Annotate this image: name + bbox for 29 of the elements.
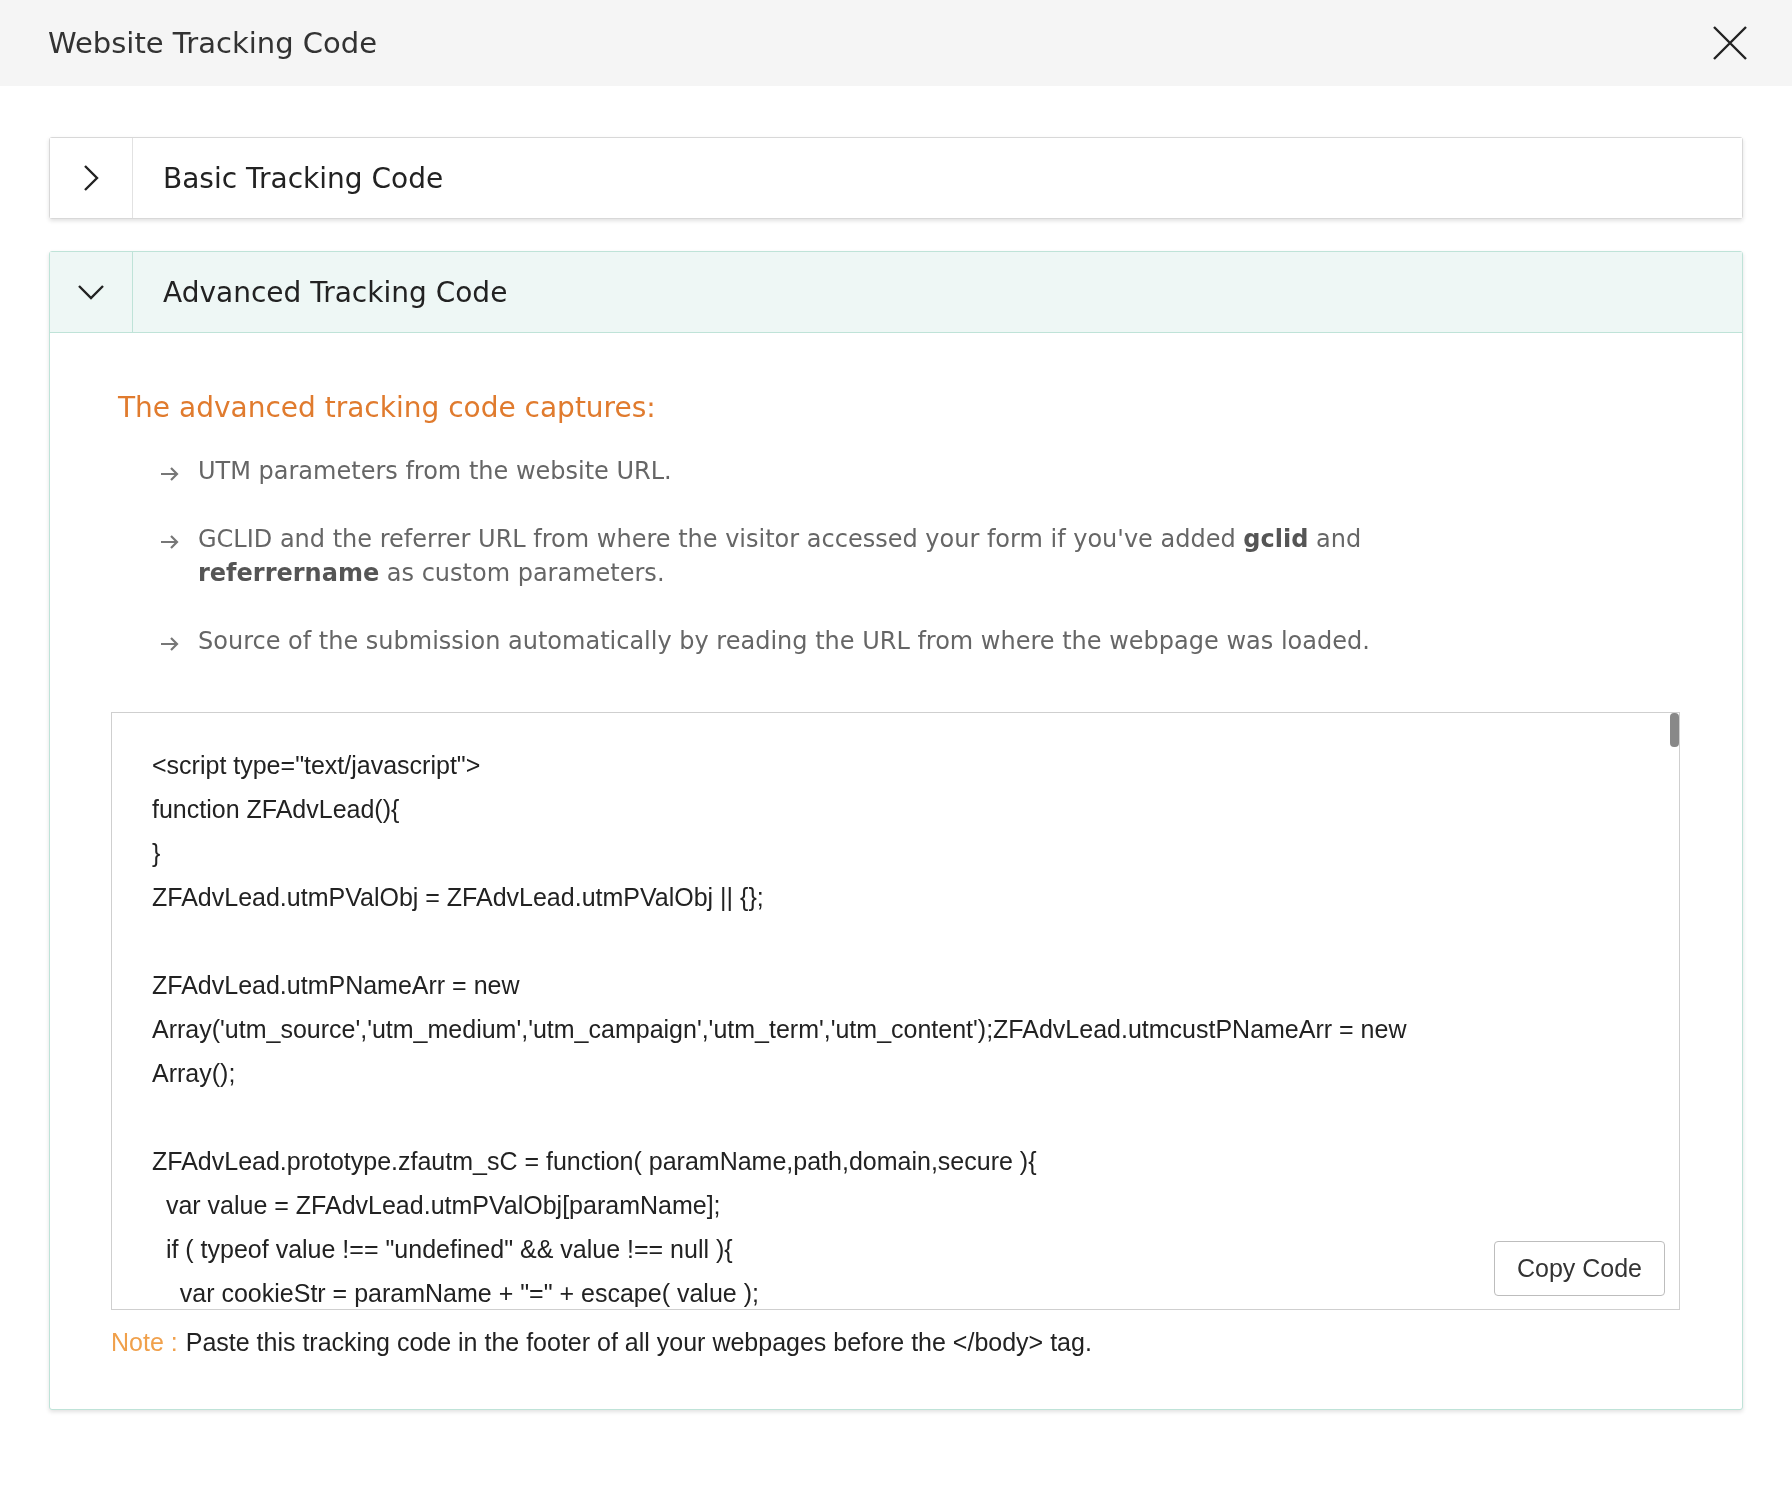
code-line: ZFAdvLead.prototype.zfautm_sC = function( paramName,path,domain,secure ){: [152, 1146, 1037, 1177]
accordion-title: Advanced Tracking Code: [162, 274, 508, 311]
accordion-header[interactable]: Basic Tracking Code: [50, 138, 1742, 218]
copy-code-button[interactable]: Copy Code: [1493, 1241, 1665, 1296]
chevron-down-icon: [77, 284, 105, 300]
code-line: if ( typeof value !== "undefined" && value !== null ){: [164, 1234, 733, 1265]
section-heading: The advanced tracking code captures:: [118, 391, 657, 424]
arrow-right-icon: [160, 636, 180, 652]
scrollbar-thumb[interactable]: [1670, 713, 1679, 747]
code-line: ZFAdvLead.utmPNameArr = new: [152, 970, 520, 1001]
arrow-right-icon: [160, 534, 180, 550]
code-line: ZFAdvLead.utmPValObj = ZFAdvLead.utmPValObj || {};: [152, 882, 764, 913]
code-line: var cookieStr = paramName + "=" + escape( value );: [178, 1278, 759, 1309]
code-line: <script type="text/javascript">: [152, 750, 481, 781]
chevron-right-icon: [83, 164, 99, 192]
bullet-text: GCLID and the referrer URL from where the visitor accessed your form if you've added gclid and referrername as custom parameters.: [198, 524, 1363, 589]
code-line: Array();: [152, 1058, 236, 1089]
code-line: function ZFAdvLead(){: [152, 794, 400, 825]
accordion-header[interactable]: Advanced Tracking Code: [50, 252, 1742, 333]
arrow-right-icon: [160, 466, 180, 482]
accordion-title: Basic Tracking Code: [162, 160, 444, 197]
note-label: Note :: [111, 1328, 178, 1357]
bullet-text: UTM parameters from the website URL.: [198, 456, 672, 487]
code-line: }: [152, 838, 161, 869]
code-line: Array('utm_source','utm_medium','utm_campaign','utm_term','utm_content');ZFAdvLead.utmcustPNameArr = new: [152, 1014, 1407, 1045]
note-text: Paste this tracking code in the footer of all your webpages before the </body> tag.: [185, 1328, 1092, 1357]
bullet-text: Source of the submission automatically by reading the URL from where the webpage was loaded.: [198, 626, 1370, 657]
code-line: var value = ZFAdvLead.utmPValObj[paramName];: [164, 1190, 721, 1221]
dialog-title: Website Tracking Code: [48, 26, 377, 60]
